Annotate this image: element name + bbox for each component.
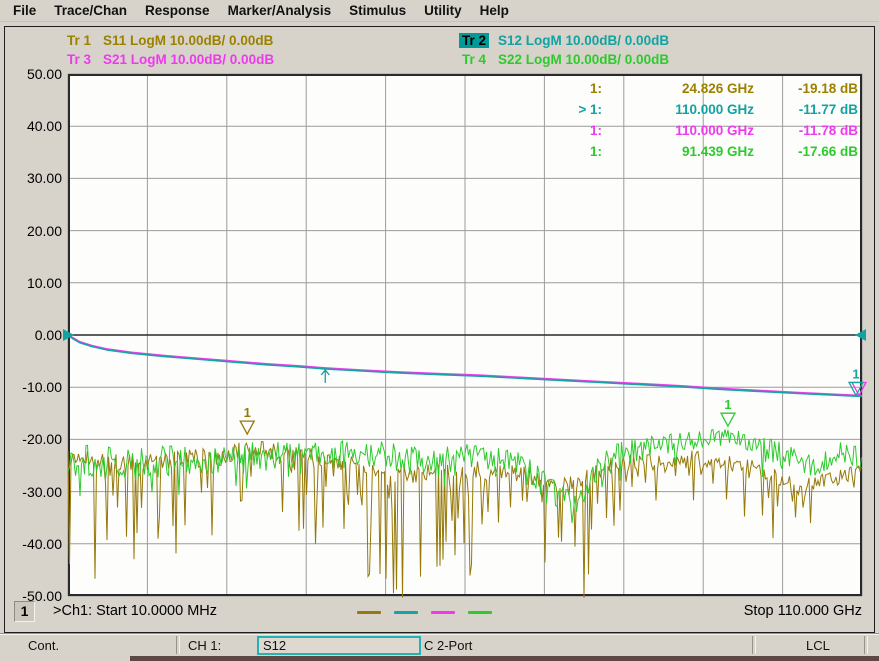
statusbar-separator [176,636,180,654]
menu-help[interactable]: Help [471,1,518,20]
y-axis-label: -20.00 [22,431,62,447]
marker-value: -11.78 dB [754,123,858,138]
svg-text:1: 1 [724,397,731,412]
marker-value: -11.77 dB [754,102,858,117]
trace4-label: Tr 4 [459,52,489,67]
display-area: Tr 1 S11 LogM 10.00dB/ 0.00dB Tr 3 S21 L… [4,26,875,633]
trace-color-dash-s11 [357,611,381,614]
trace-annotation-arrow [321,370,329,383]
svg-text:1: 1 [244,405,251,420]
trace1-params: S11 LogM 10.00dB/ 0.00dB [103,33,273,48]
y-axis-label: 20.00 [27,223,62,239]
sweep-status: Cont. [28,638,59,653]
trace2-params: S12 LogM 10.00dB/ 0.00dB [498,33,669,48]
remote-status: LCL [806,638,830,653]
trace-color-dash-s22 [468,611,492,614]
marker-s11: 1 [240,405,254,434]
legend-trace-4[interactable]: Tr 4 S22 LogM 10.00dB/ 0.00dB [459,52,669,67]
marker-number: 1: [554,81,602,96]
trace-color-key [357,611,492,614]
svg-text:1: 1 [852,366,859,381]
menu-marker-analysis[interactable]: Marker/Analysis [219,1,341,20]
bottom-edge-strip [130,656,879,661]
marker-frequency: 24.826 GHz [602,81,754,96]
y-axis-label: 40.00 [27,118,62,134]
sweep-start-label: >Ch1: Start 10.0000 MHz [53,603,217,619]
trace1-label: Tr 1 [64,33,94,48]
marker-s22: 1 [721,397,735,426]
cal-status: C 2-Port [424,638,472,653]
legend-trace-3[interactable]: Tr 3 S21 LogM 10.00dB/ 0.00dB [64,52,274,67]
y-axis-label: -30.00 [22,484,62,500]
trace-color-dash-s21 [431,611,455,614]
marker-readout-s21: 1: 110.000 GHz -11.78 dB [554,123,858,138]
y-axis-label: -40.00 [22,536,62,552]
channel-label: CH 1: [188,638,221,653]
marker-readout-s12: > 1: 110.000 GHz -11.77 dB [554,102,858,117]
y-axis-label: 10.00 [27,275,62,291]
y-axis-label: 0.00 [35,327,62,343]
marker-value: -19.18 dB [754,81,858,96]
marker-frequency: 110.000 GHz [602,123,754,138]
menu-bar: File Trace/Chan Response Marker/Analysis… [0,0,879,22]
menu-utility[interactable]: Utility [415,1,471,20]
legend-trace-2-active[interactable]: Tr 2 S12 LogM 10.00dB/ 0.00dB [459,33,669,48]
menu-response[interactable]: Response [136,1,219,20]
sweep-stop-label: Stop 110.000 GHz [744,603,862,619]
menu-trace-chan[interactable]: Trace/Chan [45,1,136,20]
menu-stimulus[interactable]: Stimulus [340,1,415,20]
trace2-label: Tr 2 [459,33,489,48]
menu-file[interactable]: File [4,1,45,20]
trace-color-dash-s12 [394,611,418,614]
marker-readout-s22: 1: 91.439 GHz -17.66 dB [554,144,858,159]
y-axis-label: 50.00 [27,66,62,82]
marker-value: -17.66 dB [754,144,858,159]
statusbar-separator [752,636,756,654]
marker-number: 1: [554,123,602,138]
statusbar-separator [864,636,868,654]
marker-frequency: 110.000 GHz [602,102,754,117]
legend-trace-1[interactable]: Tr 1 S11 LogM 10.00dB/ 0.00dB [64,33,273,48]
measurement-field[interactable]: S12 [257,636,421,655]
trace3-params: S21 LogM 10.00dB/ 0.00dB [103,52,274,67]
y-axis-label: -10.00 [22,379,62,395]
trace4-params: S22 LogM 10.00dB/ 0.00dB [498,52,669,67]
marker-number: > 1: [554,102,602,117]
marker-readout-s11: 1: 24.826 GHz -19.18 dB [554,81,858,96]
marker-number: 1: [554,144,602,159]
trace3-label: Tr 3 [64,52,94,67]
marker-frequency: 91.439 GHz [602,144,754,159]
channel-badge[interactable]: 1 [14,601,35,622]
y-axis-label: 30.00 [27,170,62,186]
status-bar: Cont. CH 1: S12 C 2-Port LCL [0,633,879,657]
